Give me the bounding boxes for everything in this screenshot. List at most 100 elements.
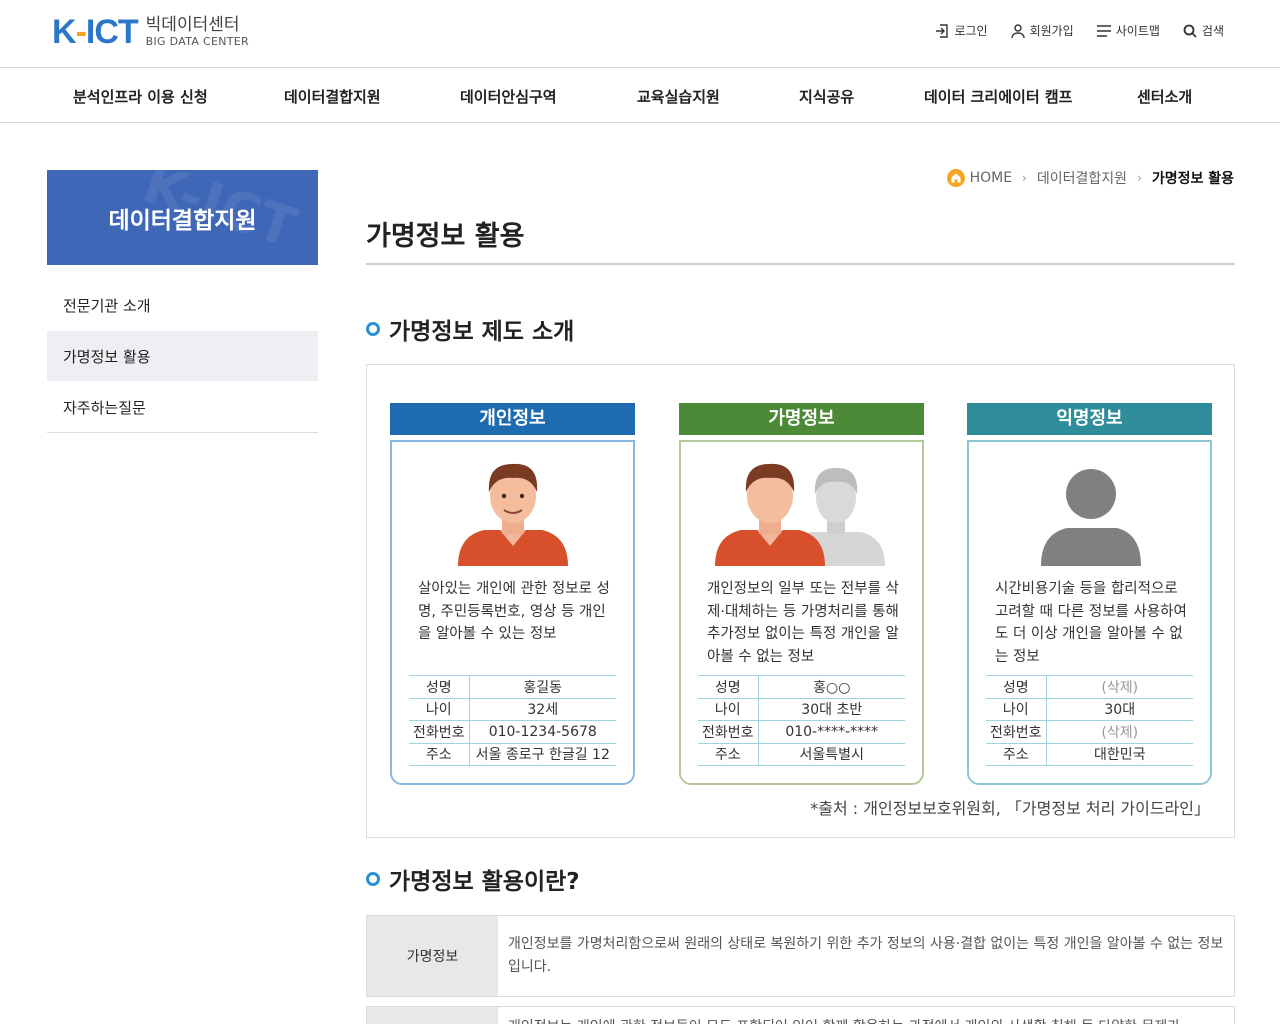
sidebar-title: K-ICT 데이터결합지원	[47, 170, 318, 265]
table-row: 전화번호 (삭제)	[986, 720, 1193, 744]
table-key: 나이	[698, 697, 759, 721]
gnb-item-analysis-infra[interactable]: 분석인프라 이용 신청	[73, 86, 208, 107]
table-value: 홍길동	[469, 675, 616, 699]
card-info-table: 성명 (삭제) 나이 30대 전화번호 (삭제) 주소 대한민국	[986, 675, 1193, 766]
table-value: 30대 초반	[758, 697, 905, 721]
table-row: 전화번호 010-****-****	[698, 720, 905, 744]
join-link[interactable]: 회원가입	[1010, 22, 1074, 39]
circle-bullet-icon	[366, 322, 380, 336]
card-title: 가명정보	[679, 403, 924, 435]
definition-row: 개인정보는 개인에 관한 정보들이 모두 포함되어 있어 함께 활용하는 과정에…	[366, 1006, 1235, 1024]
login-icon	[936, 23, 949, 38]
sidebar-item-pseudonym[interactable]: 가명정보 활용	[47, 331, 318, 382]
site-logo[interactable]: K-ICT 빅데이터센터 BIG DATA CENTER	[52, 14, 249, 50]
user-icon	[1010, 23, 1025, 38]
breadcrumb-parent[interactable]: 데이터결합지원	[1037, 168, 1127, 188]
card-description: 시간비용기술 등을 합리적으로 고려할 때 다른 정보를 사용하여도 더 이상 …	[995, 581, 1187, 665]
gnb-item-about[interactable]: 센터소개	[1137, 86, 1192, 107]
table-key: 나이	[409, 697, 470, 721]
page-title: 가명정보 활용	[366, 221, 525, 252]
table-value: 30대	[1046, 697, 1193, 721]
table-key: 주소	[409, 742, 470, 766]
sitemap-link[interactable]: 사이트맵	[1096, 22, 1160, 39]
section-title-intro-text: 가명정보 제도 소개	[389, 319, 575, 345]
card-description: 살아있는 개인에 관한 정보로 성명, 주민등록번호, 영상 등 개인을 알아볼…	[418, 581, 610, 642]
title-divider	[366, 263, 1235, 265]
table-value: 서울 종로구 한글길 12	[469, 742, 616, 766]
anonymous-person-icon	[1041, 469, 1141, 566]
join-label: 회원가입	[1029, 24, 1074, 38]
gnb-item-education[interactable]: 교육실습지원	[637, 86, 720, 107]
table-row: 주소 서울특별시	[698, 742, 905, 766]
main-navigation: 분석인프라 이용 신청 데이터결합지원 데이터안심구역 교육실습지원 지식공유 …	[0, 68, 1280, 123]
table-row: 성명 (삭제)	[986, 675, 1193, 699]
breadcrumb: HOME › 데이터결합지원 › 가명정보 활용	[946, 168, 1234, 188]
search-icon	[1183, 24, 1197, 38]
card-description: 개인정보의 일부 또는 전부를 삭제·대체하는 등 가명처리를 통해 추가정보 …	[707, 581, 899, 665]
section-title-usage: 가명정보 활용이란?	[366, 862, 580, 896]
logo-mark: K-ICT	[52, 13, 139, 51]
table-value: 대한민국	[1046, 742, 1193, 766]
gnb-item-data-combination[interactable]: 데이터결합지원	[284, 86, 381, 107]
card-info-table: 성명 홍길동 나이 32세 전화번호 010-1234-5678 주소 서울 종로구 한…	[409, 675, 616, 766]
search-link[interactable]: 검색	[1182, 22, 1224, 39]
breadcrumb-home[interactable]: HOME	[970, 170, 1012, 186]
card-title: 개인정보	[390, 403, 635, 435]
gnb-item-knowledge[interactable]: 지식공유	[799, 86, 854, 107]
sidebar-title-text: 데이터결합지원	[108, 207, 257, 234]
card-body: 살아있는 개인에 관한 정보로 성명, 주민등록번호, 영상 등 개인을 알아볼…	[390, 440, 635, 785]
login-link[interactable]: 로그인	[934, 22, 988, 39]
table-key: 주소	[986, 742, 1047, 766]
table-value: 서울특별시	[758, 742, 905, 766]
sidebar-item-expert-agency[interactable]: 전문기관 소개	[47, 280, 318, 331]
card-info-table: 성명 홍○○ 나이 30대 초반 전화번호 010-****-**** 주소 서울특별시	[698, 675, 905, 766]
table-row: 나이 30대 초반	[698, 697, 905, 721]
card-body: 시간비용기술 등을 합리적으로 고려할 때 다른 정보를 사용하여도 더 이상 …	[967, 440, 1212, 785]
login-label: 로그인	[954, 24, 988, 38]
table-key: 성명	[698, 675, 759, 699]
table-value: (삭제)	[1046, 675, 1193, 699]
top-header: K-ICT 빅데이터센터 BIG DATA CENTER 로그인 회원가입 사이…	[0, 0, 1280, 68]
table-value: 010-****-****	[758, 720, 905, 744]
definition-value: 개인정보는 개인에 관한 정보들이 모두 포함되어 있어 함께 활용하는 과정에…	[498, 1007, 1234, 1024]
table-row: 주소 서울 종로구 한글길 12	[409, 742, 616, 766]
home-icon	[946, 169, 965, 187]
section-title-intro: 가명정보 제도 소개	[366, 312, 574, 346]
sidebar-item-faq[interactable]: 자주하는질문	[47, 382, 318, 433]
table-row: 성명 홍길동	[409, 675, 616, 699]
sidebar-menu: 전문기관 소개 가명정보 활용 자주하는질문	[47, 280, 318, 433]
table-key: 전화번호	[986, 720, 1047, 744]
table-value: 32세	[469, 697, 616, 721]
definition-key	[367, 1007, 498, 1024]
logo-text: 빅데이터센터 BIG DATA CENTER	[146, 15, 249, 49]
card-pseudonym-info: 가명정보 개인정보의 일부 또는 전부를 삭제·대체하는 등 가명처리를 통해 …	[679, 403, 924, 785]
definition-value: 개인정보를 가명처리함으로써 원래의 상태로 복원하기 위한 추가 정보의 사용…	[508, 936, 1224, 975]
logo-mark-dash: -	[75, 13, 87, 51]
sitemap-label: 사이트맵	[1115, 24, 1160, 38]
logo-text-ko: 빅데이터센터	[145, 15, 240, 35]
card-title: 익명정보	[967, 403, 1212, 435]
card-personal-info: 개인정보 살아있는 개인에 관한 정보로 성명, 주민등록번호, 영상 등 개인…	[390, 403, 635, 785]
person-pair-figure-icon	[715, 463, 885, 566]
figure-source: *출처 : 개인정보보호위원회, 「가명정보 처리 가이드라인」	[810, 799, 1210, 818]
breadcrumb-current: 가명정보 활용	[1151, 171, 1234, 187]
definition-key: 가명정보	[367, 916, 498, 996]
table-key: 전화번호	[409, 720, 470, 744]
card-anonymous-info: 익명정보 시간비용기술 등을 합리적으로 고려할 때 다른 정보를 사용하여도 …	[967, 403, 1212, 785]
table-row: 주소 대한민국	[986, 742, 1193, 766]
chevron-right-icon: ›	[1137, 171, 1142, 185]
person-figure-icon	[458, 463, 568, 566]
gnb-item-creator-camp[interactable]: 데이터 크리에이터 캠프	[924, 86, 1072, 107]
table-key: 주소	[698, 742, 759, 766]
definition-row: 가명정보 개인정보를 가명처리함으로써 원래의 상태로 복원하기 위한 추가 정…	[366, 915, 1235, 997]
table-row: 성명 홍○○	[698, 675, 905, 699]
logo-mark-ict: ICT	[85, 13, 139, 51]
table-key: 나이	[986, 697, 1047, 721]
gnb-item-data-safe-zone[interactable]: 데이터안심구역	[460, 86, 557, 107]
table-key: 전화번호	[698, 720, 759, 744]
table-row: 전화번호 010-1234-5678	[409, 720, 616, 744]
menu-icon	[1096, 24, 1111, 37]
table-key: 성명	[409, 675, 470, 699]
table-key: 성명	[986, 675, 1047, 699]
section-title-usage-text: 가명정보 활용이란?	[389, 869, 580, 895]
